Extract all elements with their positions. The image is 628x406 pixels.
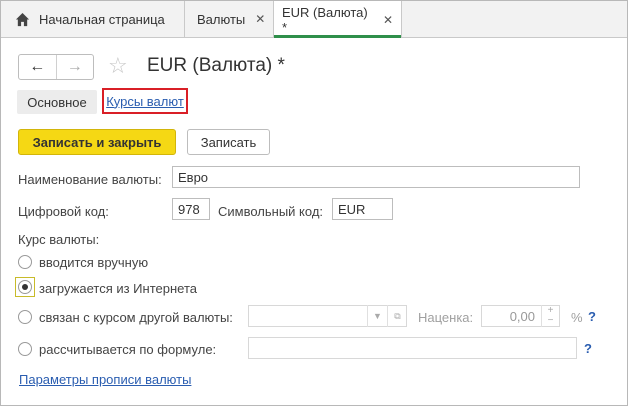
tab-home-label: Начальная страница	[39, 11, 165, 27]
help-icon[interactable]: ?	[588, 309, 596, 324]
percent-sign: %	[571, 310, 583, 325]
close-icon[interactable]: ✕	[255, 12, 265, 26]
currency-name-label: Наименование валюты:	[18, 172, 162, 187]
rate-section-label: Курс валюты:	[18, 232, 100, 247]
radio-formula-label: рассчитывается по формуле:	[39, 342, 217, 357]
tab-eur-label: EUR (Валюта) *	[282, 4, 368, 35]
radio-internet-label: загружается из Интернета	[39, 281, 197, 296]
back-arrow-icon[interactable]: ←	[19, 55, 56, 79]
radio-manual[interactable]	[18, 255, 32, 269]
save-button[interactable]: Записать	[187, 129, 270, 155]
radio-linked-label: связан с курсом другой валюты:	[39, 310, 233, 325]
formula-field[interactable]	[248, 337, 577, 359]
tab-home[interactable]: Начальная страница	[1, 1, 185, 37]
currency-spelling-params-link[interactable]: Параметры прописи валюты	[19, 372, 191, 387]
digital-code-field[interactable]: 978	[172, 198, 210, 220]
active-tab-indicator	[274, 35, 401, 38]
symbol-code-label: Символьный код:	[218, 204, 324, 219]
radio-linked[interactable]	[18, 310, 32, 324]
symbol-code-field[interactable]: EUR	[332, 198, 393, 220]
tab-bar: Начальная страница Валюты ✕ EUR (Валюта)…	[1, 1, 627, 38]
forward-arrow-icon[interactable]: →	[55, 55, 94, 79]
markup-label: Наценка:	[418, 310, 474, 325]
chevron-down-icon[interactable]: ▼	[367, 305, 387, 327]
page-title: EUR (Валюта) *	[147, 55, 285, 76]
navigation-buttons: ← →	[18, 54, 94, 80]
tab-currencies-label: Валюты	[197, 11, 246, 27]
home-icon	[15, 12, 30, 26]
close-icon[interactable]: ✕	[383, 13, 393, 27]
currency-rates-link[interactable]: Курсы валют	[102, 88, 188, 114]
radio-internet[interactable]	[18, 280, 32, 294]
form-window: Начальная страница Валюты ✕ EUR (Валюта)…	[0, 0, 628, 406]
markup-stepper-icon[interactable]: + −	[541, 305, 559, 327]
radio-formula[interactable]	[18, 342, 32, 356]
digital-code-label: Цифровой код:	[18, 204, 109, 219]
tab-eur[interactable]: EUR (Валюта) * ✕	[274, 1, 402, 38]
favorite-star-icon[interactable]: ☆	[108, 54, 128, 78]
radio-manual-label: вводится вручную	[39, 255, 149, 270]
linked-currency-select[interactable]: ▼ ⧉	[248, 305, 407, 327]
tab-main-section[interactable]: Основное	[17, 90, 97, 114]
help-icon[interactable]: ?	[584, 341, 592, 356]
save-and-close-button[interactable]: Записать и закрыть	[18, 129, 176, 155]
tab-currencies[interactable]: Валюты ✕	[185, 1, 274, 37]
open-icon[interactable]: ⧉	[387, 305, 407, 327]
currency-name-field[interactable]: Евро	[172, 166, 580, 188]
